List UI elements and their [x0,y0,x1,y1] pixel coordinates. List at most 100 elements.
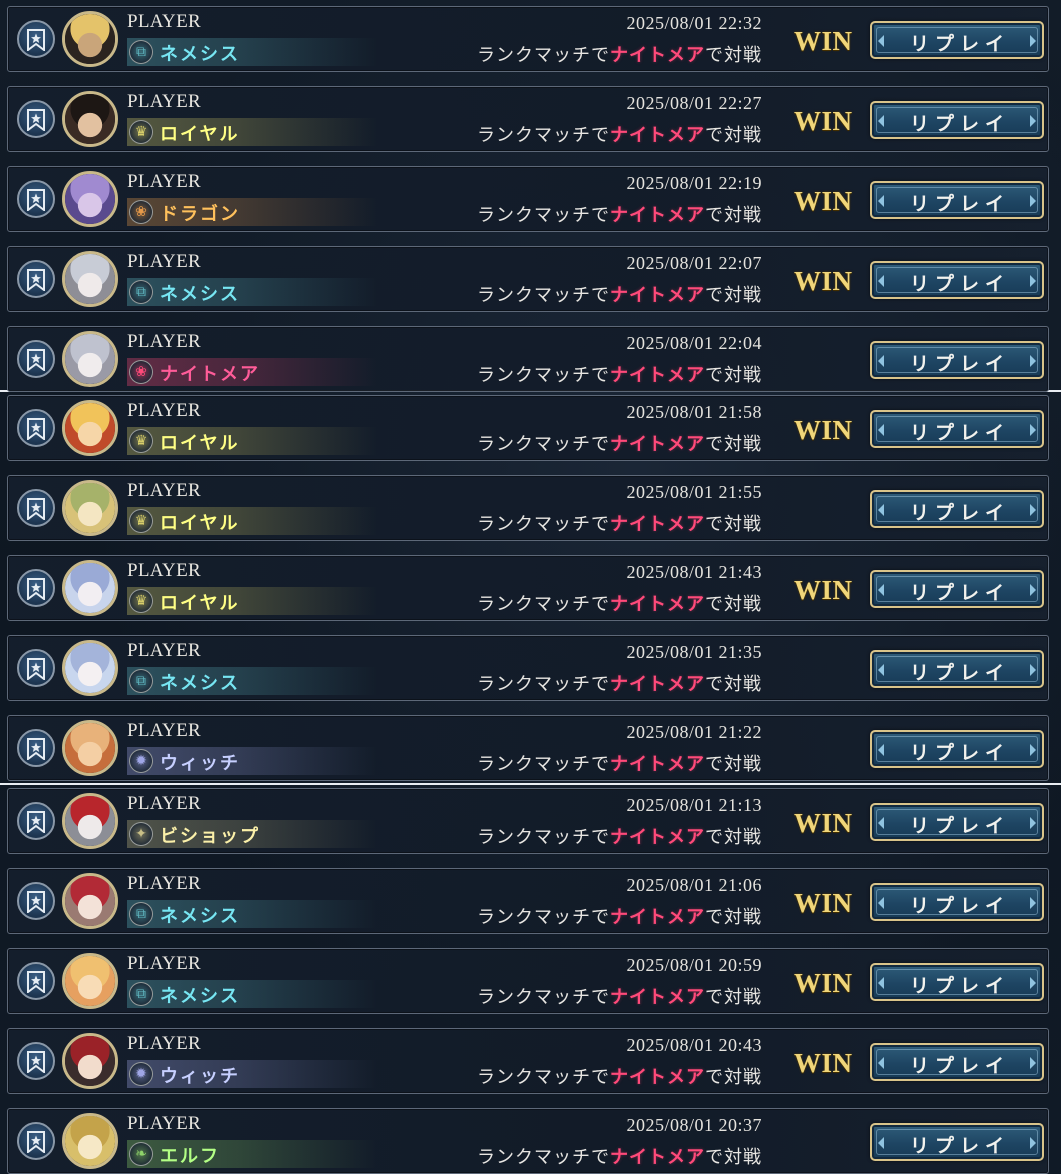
opponent-class-band: ♛ ロイヤル [127,118,377,146]
bookmark-button[interactable] [17,100,55,138]
match-row: PLAYER ♛ ロイヤル 2025/08/01 21:55 ランクマッチでナイ… [7,475,1049,541]
player-name: PLAYER [127,1113,201,1134]
replay-button[interactable]: リプレイ [870,803,1044,841]
bookmark-star-icon [27,658,45,680]
match-description: ランクマッチでナイトメアで対戦 [477,510,762,536]
match-datetime: 2025/08/01 22:27 [626,93,762,113]
opponent-class-band: ⧉ ネメシス [127,278,377,306]
replay-button[interactable]: リプレイ [870,181,1044,219]
my-class-text: ナイトメア [610,594,705,615]
bookmark-button[interactable] [17,489,55,527]
bookmark-button[interactable] [17,649,55,687]
match-mode-text: ランクマッチで [477,45,610,66]
match-suffix-text: で対戦 [705,987,762,1008]
bookmark-button[interactable] [17,260,55,298]
replay-button[interactable]: リプレイ [870,410,1044,448]
bookmark-star-icon [27,109,45,131]
match-row: PLAYER ♛ ロイヤル 2025/08/01 21:58 ランクマッチでナイ… [7,395,1049,461]
win-badge: WIN [794,415,853,445]
match-suffix-text: で対戦 [705,125,762,146]
player-name: PLAYER [127,793,201,814]
replay-button[interactable]: リプレイ [870,883,1044,921]
opponent-class-label: ウィッチ [160,753,240,774]
replay-button-label: リプレイ [909,1135,1010,1157]
bookmark-button[interactable] [17,802,55,840]
replay-button-label: リプレイ [909,353,1010,375]
match-row: PLAYER ♛ ロイヤル 2025/08/01 22:27 ランクマッチでナイ… [7,86,1049,152]
bookmark-button[interactable] [17,180,55,218]
bookmark-button[interactable] [17,1042,55,1080]
match-description: ランクマッチでナイトメアで対戦 [477,1063,762,1089]
opponent-class-label: ロイヤル [160,593,240,614]
opponent-class-band: ♛ ロイヤル [127,507,377,535]
replay-button[interactable]: リプレイ [870,261,1044,299]
bookmark-button[interactable] [17,569,55,607]
dragon-icon: ❀ [129,200,153,224]
replay-button-label: リプレイ [909,975,1010,997]
match-mode-text: ランクマッチで [477,594,610,615]
opponent-avatar [62,953,118,1009]
replay-button[interactable]: リプレイ [870,101,1044,139]
bookmark-button[interactable] [17,340,55,378]
opponent-class-band: ⧉ ネメシス [127,900,377,928]
bookmark-button[interactable] [17,882,55,920]
witch-icon: ✹ [129,749,153,773]
match-mode-text: ランクマッチで [477,514,610,535]
player-name: PLAYER [127,720,201,741]
match-mode-text: ランクマッチで [477,987,610,1008]
opponent-class-label: ドラゴン [160,204,240,225]
match-row: PLAYER ⧉ ネメシス 2025/08/01 21:06 ランクマッチでナイ… [7,868,1049,934]
match-description: ランクマッチでナイトメアで対戦 [477,121,762,147]
opponent-class-band: ♛ ロイヤル [127,427,377,455]
replay-button[interactable]: リプレイ [870,650,1044,688]
player-name: PLAYER [127,640,201,661]
match-description: ランクマッチでナイトメアで対戦 [477,670,762,696]
opponent-class-band: ⧉ ネメシス [127,980,377,1008]
match-datetime: 2025/08/01 20:59 [626,955,762,975]
replay-button[interactable]: リプレイ [870,490,1044,528]
match-datetime: 2025/08/01 22:07 [626,253,762,273]
replay-button[interactable]: リプレイ [870,963,1044,1001]
replay-button[interactable]: リプレイ [870,21,1044,59]
bookmark-button[interactable] [17,962,55,1000]
my-class-text: ナイトメア [610,907,705,928]
nemesis-icon: ⧉ [129,40,153,64]
player-name: PLAYER [127,331,201,352]
player-name: PLAYER [127,251,201,272]
match-description: ランクマッチでナイトメアで対戦 [477,823,762,849]
replay-button[interactable]: リプレイ [870,570,1044,608]
match-datetime: 2025/08/01 21:22 [626,722,762,742]
bookmark-button[interactable] [17,409,55,447]
nemesis-icon: ⧉ [129,902,153,926]
match-suffix-text: で対戦 [705,45,762,66]
player-name: PLAYER [127,480,201,501]
my-class-text: ナイトメア [610,285,705,306]
match-description: ランクマッチでナイトメアで対戦 [477,361,762,387]
replay-button[interactable]: リプレイ [870,730,1044,768]
bookmark-star-icon [27,1131,45,1153]
nemesis-icon: ⧉ [129,280,153,304]
player-name: PLAYER [127,91,201,112]
bookmark-button[interactable] [17,20,55,58]
win-badge: WIN [794,1048,853,1078]
bookmark-button[interactable] [17,1122,55,1160]
opponent-class-label: エルフ [160,1146,220,1167]
opponent-class-label: ネメシス [160,986,240,1007]
match-suffix-text: で対戦 [705,594,762,615]
bookmark-button[interactable] [17,729,55,767]
win-badge: WIN [794,808,853,838]
match-mode-text: ランクマッチで [477,1147,610,1168]
match-description: ランクマッチでナイトメアで対戦 [477,750,762,776]
opponent-class-label: ロイヤル [160,124,240,145]
replay-button[interactable]: リプレイ [870,341,1044,379]
match-suffix-text: で対戦 [705,434,762,455]
replay-button[interactable]: リプレイ [870,1043,1044,1081]
player-name: PLAYER [127,171,201,192]
replay-button[interactable]: リプレイ [870,1123,1044,1161]
match-row: PLAYER ⧉ ネメシス 2025/08/01 20:59 ランクマッチでナイ… [7,948,1049,1014]
match-datetime: 2025/08/01 22:04 [626,333,762,353]
bookmark-star-icon [27,891,45,913]
win-badge: WIN [794,575,853,605]
win-badge: WIN [794,968,853,998]
nemesis-icon: ⧉ [129,982,153,1006]
